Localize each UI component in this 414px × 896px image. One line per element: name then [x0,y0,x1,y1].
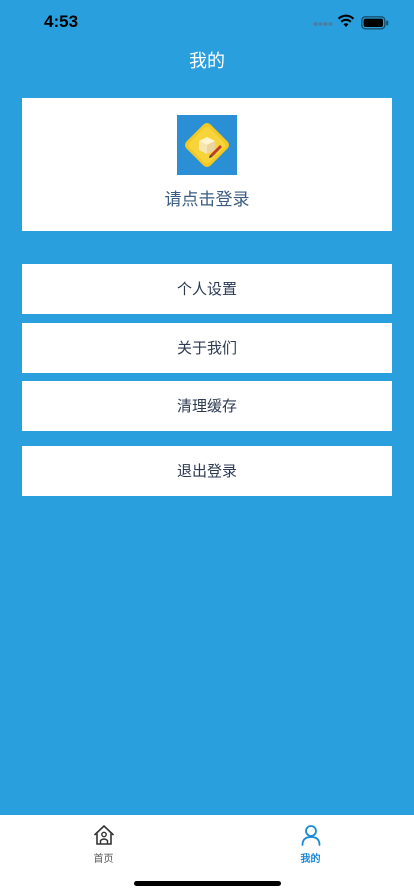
battery-icon [361,16,389,30]
cellular-signal-icon [313,22,333,26]
tab-mine[interactable]: 我的 [207,815,414,875]
wifi-icon [337,14,355,27]
person-icon [301,825,321,846]
menu-item-logout[interactable]: 退出登录 [22,446,392,496]
home-indicator [134,881,281,886]
page-title: 我的 [189,51,225,72]
menu-item-clear-cache[interactable]: 清理缓存 [22,381,392,431]
menu-item-personal-settings[interactable]: 个人设置 [22,264,392,314]
status-bar: 4:53 [0,0,414,44]
login-card[interactable]: 请点击登录 [22,98,392,231]
tab-home-label: 首页 [93,854,114,865]
menu-item-about-us[interactable]: 关于我们 [22,323,392,373]
status-time: 4:53 [44,12,79,31]
app-logo [177,115,237,175]
tab-home[interactable]: 首页 [0,815,207,875]
tab-mine-label: 我的 [300,854,321,865]
home-icon [93,825,115,845]
login-prompt: 请点击登录 [164,190,250,210]
